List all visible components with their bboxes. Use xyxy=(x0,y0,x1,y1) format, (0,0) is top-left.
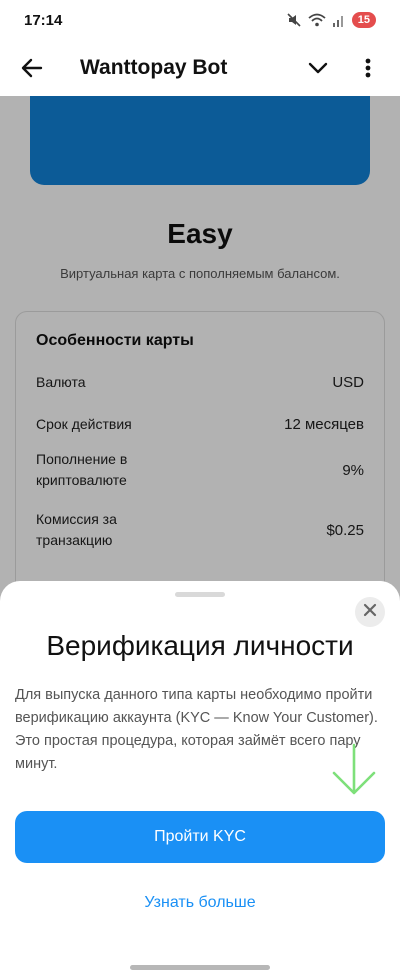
status-icons: 15 xyxy=(286,12,376,28)
close-button[interactable] xyxy=(355,597,385,627)
status-bar: 17:14 15 xyxy=(0,0,400,40)
more-vertical-icon[interactable] xyxy=(352,52,384,84)
start-kyc-button[interactable]: Пройти KYC xyxy=(15,811,385,863)
signal-icon xyxy=(332,13,346,27)
sheet-title: Верификация личности xyxy=(46,630,354,661)
status-time: 17:14 xyxy=(24,11,63,29)
battery-badge: 15 xyxy=(351,12,376,28)
close-icon xyxy=(363,603,377,622)
wifi-icon xyxy=(308,13,326,27)
back-arrow-icon[interactable] xyxy=(16,52,48,84)
kyc-bottom-sheet: Верификация личности Для выпуска данного… xyxy=(0,581,400,977)
chevron-down-icon[interactable] xyxy=(302,52,334,84)
home-indicator[interactable] xyxy=(130,965,270,970)
mute-icon xyxy=(286,12,302,28)
learn-more-link[interactable]: Узнать больше xyxy=(0,894,400,912)
sheet-drag-handle[interactable] xyxy=(175,592,225,597)
chat-title: Wanttopay Bot xyxy=(80,56,228,79)
app-bar: Wanttopay Bot xyxy=(0,40,400,96)
annotation-arrow-icon xyxy=(330,743,378,802)
